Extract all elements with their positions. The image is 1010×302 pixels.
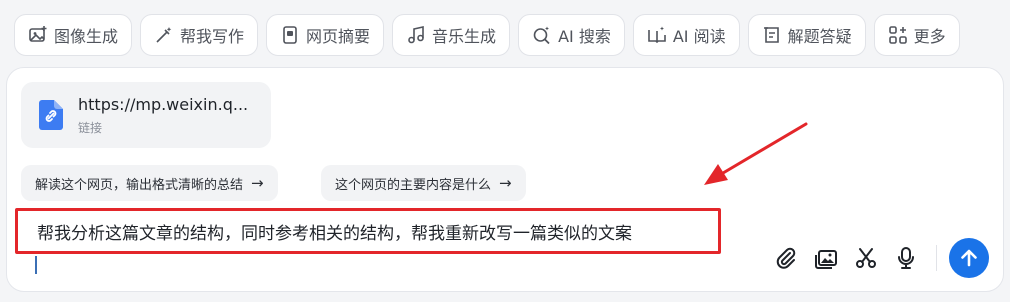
text-cursor bbox=[35, 256, 37, 274]
microphone-icon bbox=[898, 247, 914, 269]
tool-web-summary[interactable]: 网页摘要 bbox=[266, 14, 385, 56]
music-note-icon bbox=[408, 26, 424, 44]
send-arrow-icon bbox=[961, 249, 977, 267]
suggestion-label: 解读这个网页，输出格式清晰的总结 bbox=[35, 177, 244, 193]
tool-label: 解题答疑 bbox=[787, 27, 852, 46]
search-sparkle-icon bbox=[533, 26, 550, 45]
link-file-icon bbox=[39, 100, 63, 130]
attach-button[interactable] bbox=[766, 238, 806, 278]
book-sparkle-icon bbox=[648, 26, 666, 44]
tool-image-generation[interactable]: 图像生成 bbox=[14, 14, 133, 56]
tool-writing[interactable]: 帮我写作 bbox=[140, 14, 259, 56]
paperclip-icon bbox=[776, 247, 796, 269]
image-upload-icon bbox=[815, 250, 837, 269]
tool-more[interactable]: 更多 bbox=[873, 14, 960, 56]
document-icon bbox=[283, 26, 297, 44]
link-url: https://mp.weixin.q... bbox=[78, 94, 249, 114]
suggestion-summarize[interactable]: 解读这个网页，输出格式清晰的总结 → bbox=[21, 165, 278, 201]
tool-label: 图像生成 bbox=[54, 27, 119, 46]
image-upload-button[interactable] bbox=[806, 238, 846, 278]
tool-label: 网页摘要 bbox=[306, 27, 371, 46]
input-actions bbox=[766, 238, 989, 278]
chat-input-panel: https://mp.weixin.q... 链接 解读这个网页，输出格式清晰的… bbox=[6, 67, 1004, 292]
link-type-label: 链接 bbox=[78, 120, 103, 135]
tool-bar: 图像生成 帮我写作 网页摘要 音乐生成 AI 搜索 AI 阅读 解题答疑 更多 bbox=[14, 14, 960, 56]
magic-pen-icon bbox=[156, 27, 172, 43]
grid-plus-icon bbox=[888, 26, 907, 44]
message-input-text: 帮我分析这篇文章的结构，同时参考相关的结构，帮我重新改写一篇类似的文案 bbox=[37, 223, 632, 244]
divider bbox=[936, 245, 937, 271]
send-button[interactable] bbox=[949, 238, 989, 278]
arrow-right-icon: → bbox=[499, 174, 512, 192]
tool-ai-search[interactable]: AI 搜索 bbox=[518, 14, 625, 56]
tool-label: 音乐生成 bbox=[432, 27, 497, 46]
link-attachment-card[interactable]: https://mp.weixin.q... 链接 bbox=[21, 82, 271, 148]
tool-label: 帮我写作 bbox=[180, 27, 245, 46]
tool-problem-solving[interactable]: 解题答疑 bbox=[747, 14, 866, 56]
link-text: https://mp.weixin.q... 链接 bbox=[78, 95, 248, 136]
scissors-icon bbox=[856, 248, 876, 268]
screenshot-button[interactable] bbox=[846, 238, 886, 278]
tool-music-generation[interactable]: 音乐生成 bbox=[392, 14, 511, 56]
tool-ai-reading[interactable]: AI 阅读 bbox=[632, 14, 740, 56]
image-plus-icon bbox=[29, 26, 47, 42]
voice-input-button[interactable] bbox=[886, 238, 926, 278]
message-input[interactable]: 帮我分析这篇文章的结构，同时参考相关的结构，帮我重新改写一篇类似的文案 bbox=[15, 208, 721, 254]
suggestion-label: 这个网页的主要内容是什么 bbox=[335, 177, 492, 193]
tool-label: 更多 bbox=[913, 27, 946, 46]
arrow-right-icon: → bbox=[251, 174, 264, 192]
suggestion-main-content[interactable]: 这个网页的主要内容是什么 → bbox=[321, 165, 526, 201]
tool-label: AI 搜索 bbox=[558, 27, 611, 46]
tool-label: AI 阅读 bbox=[672, 27, 726, 46]
question-doc-icon bbox=[763, 27, 779, 43]
